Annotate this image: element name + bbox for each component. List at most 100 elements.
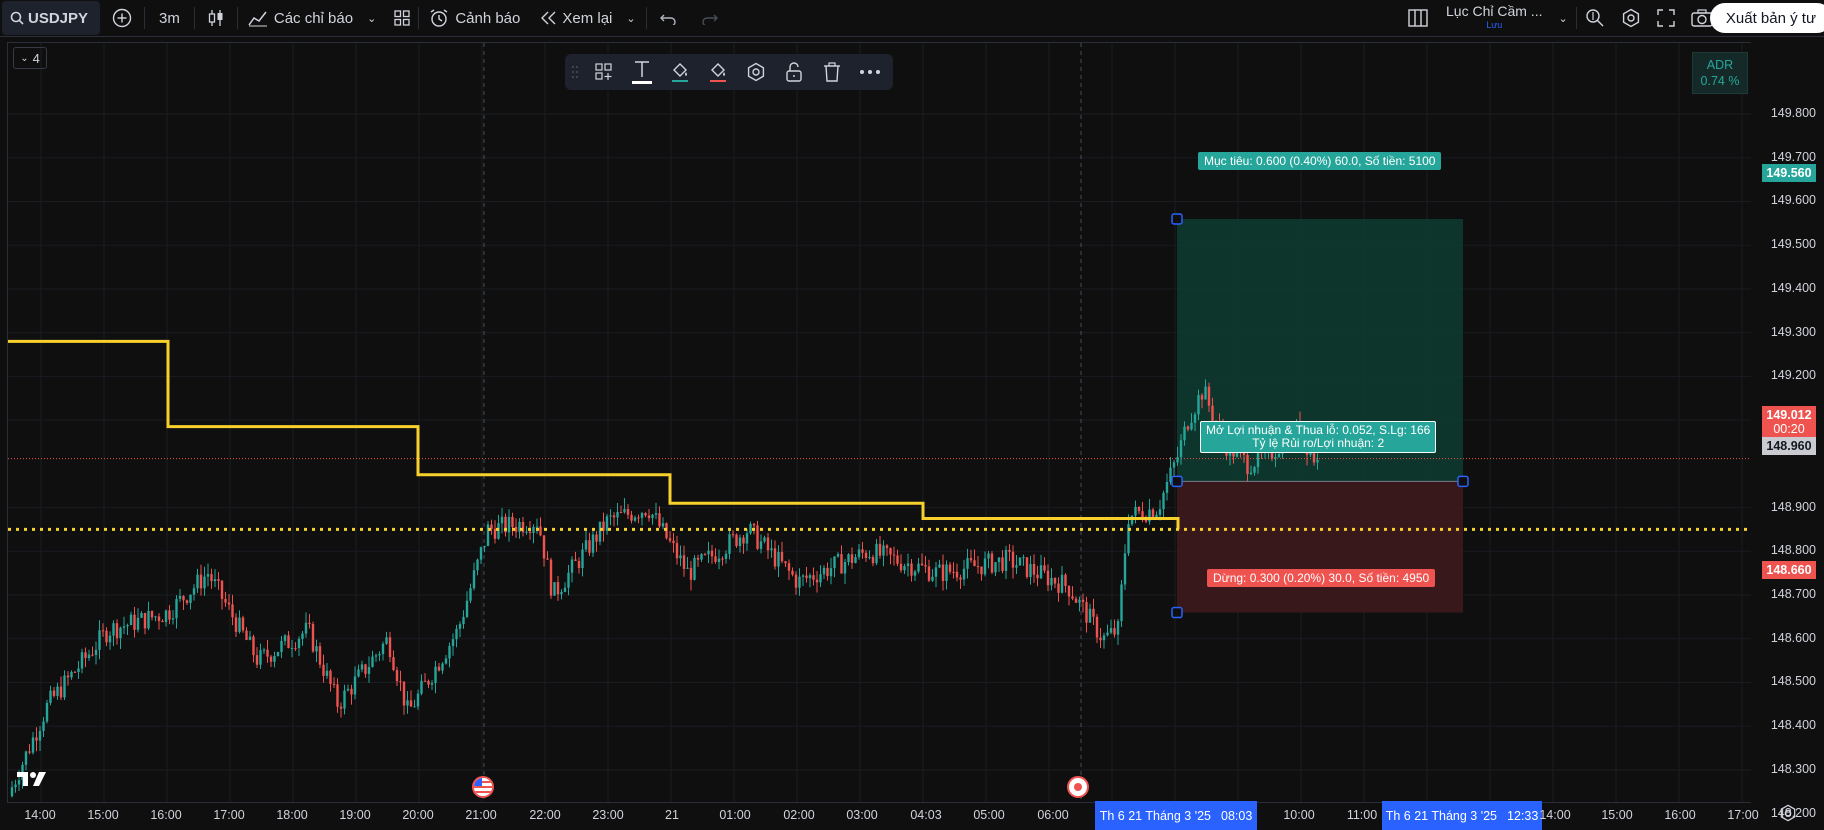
- price-axis-label: 149.600: [1770, 193, 1816, 208]
- symbol-search-button[interactable]: USDJPY: [2, 1, 101, 35]
- compare-button[interactable]: [100, 0, 144, 36]
- chart-canvas[interactable]: [8, 43, 1752, 802]
- candle-body: [325, 670, 329, 676]
- fullscreen-button[interactable]: [1649, 0, 1683, 36]
- indicators-button[interactable]: Các chỉ báo ⌄: [238, 0, 386, 36]
- candle-body: [672, 540, 675, 544]
- candle-body: [658, 513, 661, 527]
- candle-body: [217, 579, 220, 581]
- settings-button[interactable]: [1613, 0, 1649, 36]
- candle-body: [287, 635, 290, 649]
- candle-body: [686, 567, 689, 569]
- interval-button[interactable]: 3m: [145, 0, 194, 36]
- candle-body: [1246, 454, 1249, 474]
- candle-body: [136, 617, 140, 630]
- undo-button[interactable]: [647, 0, 689, 36]
- candle-body: [388, 637, 392, 658]
- candle-body: [980, 566, 983, 575]
- candle-body: [808, 575, 812, 579]
- candle-body: [721, 558, 724, 560]
- candle-body: [122, 626, 126, 628]
- lock-button[interactable]: [775, 54, 813, 90]
- candle-body: [66, 675, 70, 678]
- candle-body: [38, 731, 42, 741]
- candle-body: [801, 575, 805, 577]
- alert-clock-icon: [430, 9, 448, 27]
- templates-button[interactable]: [386, 0, 418, 36]
- candle-body: [780, 552, 784, 562]
- candle-body: [171, 618, 175, 620]
- candle-body: [231, 604, 234, 618]
- candle-body: [896, 555, 899, 564]
- alert-button[interactable]: Cảnh báo: [419, 0, 530, 36]
- text-color-button[interactable]: [623, 54, 661, 90]
- candle-body: [143, 613, 147, 629]
- us-event-marker[interactable]: [472, 776, 494, 798]
- candle-body: [353, 676, 357, 695]
- candle-body: [770, 548, 773, 551]
- target-label[interactable]: Mục tiêu: 0.600 (0.40%) 60.0, Số tiền: 5…: [1198, 152, 1442, 170]
- right-toolbar: Lục Chỉ Cầm ... Lưu ⌄: [1398, 0, 1721, 36]
- candle-body: [1113, 628, 1116, 635]
- zoom-icon: [1586, 9, 1604, 27]
- candle-body: [182, 595, 185, 601]
- profit-fill-color-button[interactable]: [661, 54, 699, 90]
- chart-pane[interactable]: [7, 42, 1753, 803]
- candle-body: [10, 787, 14, 797]
- tradingview-logo[interactable]: [16, 770, 48, 793]
- time-axis-label: 15:00: [1601, 808, 1633, 822]
- candle-body: [269, 656, 273, 662]
- candle-body: [486, 524, 490, 546]
- candle-body: [45, 702, 49, 722]
- templates-icon: [394, 10, 410, 26]
- candle-body: [546, 558, 549, 560]
- open-pnl-label[interactable]: Mở Lợi nhuận & Thua lỗ: 0.052, S.Lg: 166…: [1200, 421, 1437, 453]
- candle-body: [189, 594, 192, 603]
- redo-button[interactable]: [689, 0, 731, 36]
- candle-body: [640, 513, 644, 518]
- add-template-button[interactable]: [585, 54, 623, 90]
- candle-body: [280, 640, 283, 653]
- publish-idea-button[interactable]: Xuất bản ý tư: [1709, 3, 1824, 33]
- candle-body: [423, 680, 427, 682]
- candle-body: [668, 538, 672, 541]
- quick-search-button[interactable]: [1577, 0, 1613, 36]
- candle-body: [371, 656, 374, 668]
- candle-body: [1134, 506, 1137, 516]
- replay-button[interactable]: Xem lại ⌄: [530, 0, 645, 36]
- candle-body: [1316, 459, 1319, 463]
- legend-toggle-button[interactable]: ⌄ 4: [13, 47, 47, 69]
- drag-handle[interactable]: [565, 54, 585, 90]
- current-price: 149.012: [1766, 408, 1812, 422]
- chart-type-button[interactable]: [195, 0, 237, 36]
- time-axis-label: 17:00: [1727, 808, 1759, 822]
- axis-settings-button[interactable]: [1779, 804, 1797, 827]
- plus-circle-icon: [112, 8, 132, 28]
- layout-button[interactable]: [1398, 0, 1438, 36]
- end-date: Th 6 21 Tháng 3 '25: [1385, 808, 1497, 823]
- adr-indicator-badge: ADR 0.74 %: [1692, 52, 1748, 94]
- candle-body: [815, 579, 819, 583]
- stop-label[interactable]: Dừng: 0.300 (0.20%) 30.0, Số tiền: 4950: [1207, 569, 1436, 587]
- candle-body: [868, 557, 871, 559]
- jp-event-marker[interactable]: [1067, 776, 1089, 798]
- candle-body: [752, 523, 756, 526]
- time-axis-label: 15:00: [87, 808, 119, 822]
- chevron-down-icon[interactable]: ⌄: [1550, 12, 1575, 25]
- risk-reward-line: Tỷ lệ Rủi ro/Lợi nhuận: 2: [1252, 436, 1385, 450]
- candle-body: [931, 576, 934, 581]
- candle-body: [976, 566, 980, 568]
- delete-button[interactable]: [813, 54, 851, 90]
- candle-body: [994, 562, 997, 573]
- layout-name-button[interactable]: Lục Chỉ Cầm ... Lưu: [1438, 4, 1550, 32]
- more-options-button[interactable]: [851, 54, 889, 90]
- time-axis-label: 14:00: [1539, 808, 1571, 822]
- time-axis-label: 19:00: [339, 808, 371, 822]
- candle-body: [59, 686, 63, 698]
- candle-body: [707, 550, 710, 555]
- loss-fill-color-button[interactable]: [699, 54, 737, 90]
- candle-body: [1151, 509, 1155, 518]
- drawing-settings-button[interactable]: [737, 54, 775, 90]
- candle-body: [70, 671, 73, 678]
- candle-body: [787, 563, 791, 571]
